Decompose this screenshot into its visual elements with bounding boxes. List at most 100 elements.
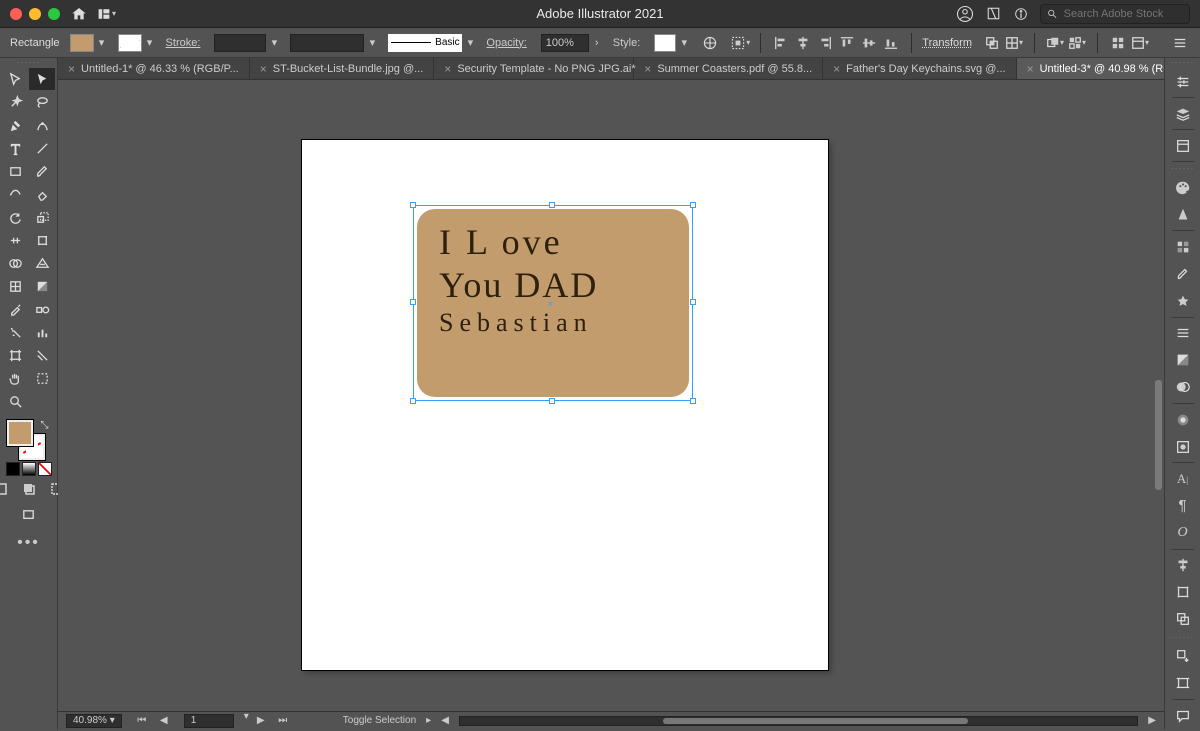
properties-panel-icon[interactable]: ▾ [1130,33,1150,53]
minimize-window[interactable] [29,8,41,20]
type-tool[interactable] [2,137,28,159]
stroke-weight-label[interactable]: Stroke: [166,37,201,49]
brush-preview[interactable]: Basic [388,34,462,52]
paintbrush-tool[interactable] [29,160,55,182]
gradient-tool[interactable] [29,275,55,297]
screen-mode-icon[interactable] [16,504,42,526]
doc-tab[interactable]: ×ST-Bucket-List-Bundle.jpg @... [250,58,435,79]
vertical-scrollbar[interactable] [1153,80,1164,711]
shape-builder-tool[interactable] [2,252,28,274]
doc-tab[interactable]: ×Security Template - No PNG JPG.ai* [434,58,634,79]
graphic-styles-panel-icon[interactable] [1165,433,1200,460]
fill-control[interactable]: ▾ [70,34,108,52]
pen-tool[interactable] [2,114,28,136]
hscroll-right-icon[interactable]: ▶ [1148,715,1156,726]
layers-panel-icon[interactable] [1165,100,1200,127]
align-vcenter-icon[interactable] [859,33,879,53]
slice-tool[interactable] [29,344,55,366]
opentype-panel-icon[interactable]: O [1165,519,1200,546]
rectangle-tool[interactable] [2,160,28,182]
isolate-icon[interactable] [982,33,1002,53]
scroll-thumb[interactable] [1155,380,1162,490]
doc-tab[interactable]: ×Summer Coasters.pdf @ 55.8... [634,58,823,79]
transparency-panel-icon[interactable] [1165,374,1200,401]
asset-export-panel-icon[interactable] [1165,643,1200,670]
scale-tool[interactable] [29,206,55,228]
next-artboard-icon[interactable]: ▶ [251,711,271,731]
artboard-nav-dropdown[interactable]: ▾ [244,711,249,731]
zoom-tool[interactable] [2,390,28,412]
draw-normal-icon[interactable] [0,478,14,500]
direct-selection-tool[interactable] [29,68,55,90]
doc-tab[interactable]: ×Untitled-1* @ 46.33 % (RGB/P... [58,58,250,79]
doc-tab[interactable]: ×Father's Day Keychains.svg @... [823,58,1016,79]
mesh-tool[interactable] [2,275,28,297]
artboard-nav-field[interactable]: 1 [184,714,234,728]
appearance-panel-icon[interactable] [1165,406,1200,433]
align-bottom-icon[interactable] [881,33,901,53]
variable-width-control[interactable]: ▾ [290,34,378,52]
recolor-artwork-icon[interactable] [700,33,720,53]
line-tool[interactable] [29,137,55,159]
close-icon[interactable]: × [833,62,840,76]
shaper-tool[interactable] [2,183,28,205]
selection-tool[interactable] [2,68,28,90]
align-right-icon[interactable] [815,33,835,53]
eyedropper-tool[interactable] [2,298,28,320]
rounded-rectangle-shape[interactable]: I L ove You DAD Sebastian [417,209,689,397]
cloud-user-icon[interactable] [956,5,974,23]
hand-tool[interactable] [2,367,28,389]
graphic-style-control[interactable]: ▾ [654,34,690,52]
column-graph-tool[interactable] [29,321,55,343]
color-guide-panel-icon[interactable] [1165,201,1200,228]
variable-width-field[interactable] [290,34,364,52]
pathfinder-icon[interactable]: ▾ [1004,33,1024,53]
doc-tab-active[interactable]: ×Untitled-3* @ 40.98 % (RGB/Preview) [1017,58,1164,79]
symbol-sprayer-tool[interactable] [2,321,28,343]
close-icon[interactable]: × [1027,62,1034,76]
maximize-window[interactable] [48,8,60,20]
opacity-field[interactable] [541,34,589,52]
opacity-label[interactable]: Opacity: [486,37,526,49]
pathfinder-panel-icon[interactable] [1165,606,1200,633]
canvas[interactable]: I L ove You DAD Sebastian × [58,80,1153,711]
prev-artboard-icon[interactable]: ◀ [154,711,174,731]
comments-panel-icon[interactable] [1165,702,1200,729]
align-panel-icon[interactable] [1165,552,1200,579]
search-stock-field[interactable] [1062,7,1183,21]
artboard-tool[interactable] [2,344,28,366]
hscroll-left-icon[interactable]: ◀ [441,715,449,726]
align-hcenter-icon[interactable] [793,33,813,53]
color-mode-icon[interactable] [6,462,20,476]
width-tool[interactable] [2,229,28,251]
scroll-thumb[interactable] [663,718,968,724]
help-icon[interactable] [1012,5,1030,23]
edit-toolbar-icon[interactable]: ••• [17,534,40,552]
first-artboard-icon[interactable]: ⏮ [132,711,152,731]
select-similar-icon[interactable]: ▾ [1067,33,1087,53]
panel-grabber[interactable] [0,58,57,66]
stroke-weight-field[interactable] [214,34,266,52]
align-top-icon[interactable] [837,33,857,53]
properties-panel-icon[interactable] [1165,68,1200,95]
home-icon[interactable] [70,5,88,23]
paragraph-panel-icon[interactable]: ¶ [1165,492,1200,519]
gradient-mode-icon[interactable] [22,462,36,476]
align-left-icon[interactable] [771,33,791,53]
symbols-panel-icon[interactable] [1165,288,1200,315]
opacity-control[interactable]: › [541,34,603,52]
close-icon[interactable]: × [68,62,75,76]
fill-swatch[interactable] [70,34,94,52]
edit-similar-icon[interactable] [1108,33,1128,53]
opacity-picker-button[interactable]: › [591,34,603,52]
status-flyout-icon[interactable]: ▸ [426,715,431,726]
transform-label[interactable]: Transform [922,37,972,49]
share-icon[interactable] [984,5,1002,23]
align-to-icon[interactable]: ▾ [730,33,750,53]
last-artboard-icon[interactable]: ⏭ [273,711,293,731]
search-stock-input[interactable] [1040,4,1190,24]
magic-wand-tool[interactable] [2,91,28,113]
gradient-panel-icon[interactable] [1165,347,1200,374]
perspective-grid-tool[interactable] [29,252,55,274]
free-transform-tool[interactable] [29,229,55,251]
